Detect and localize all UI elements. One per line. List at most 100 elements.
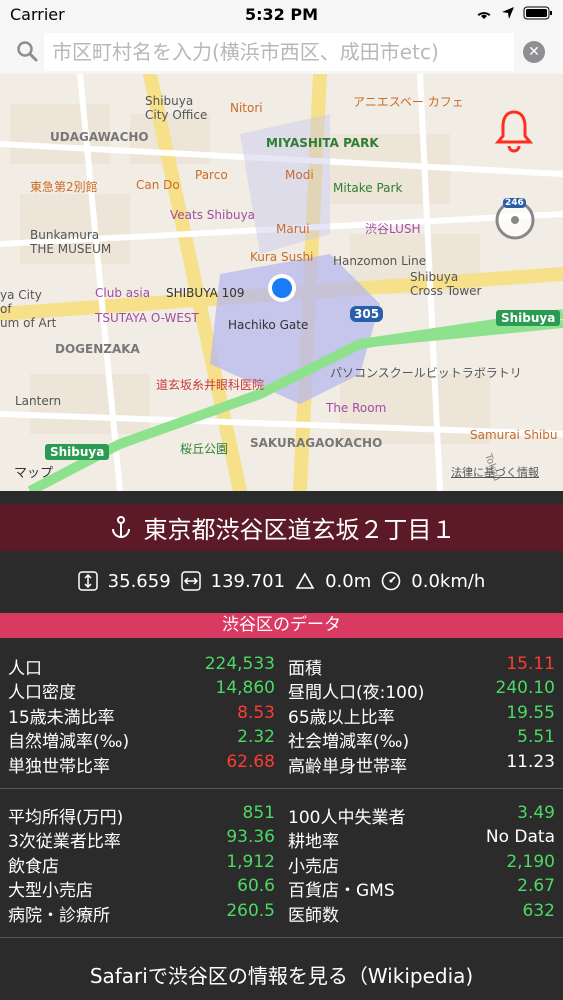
- map-label-club-asia: Club asia: [95, 286, 151, 300]
- stat-label: 百貨店・GMS: [288, 881, 395, 902]
- stat-label: 単独世帯比率: [8, 756, 110, 777]
- shibuya-sign-east: Shibuya: [496, 310, 561, 326]
- shibuya-sign-west: Shibuya: [45, 444, 110, 460]
- speedometer-icon: [381, 571, 401, 591]
- stat-value: 2,190: [506, 851, 555, 872]
- map-label-veats: Veats Shibuya: [170, 208, 256, 222]
- stat-value: 62.68: [226, 751, 275, 772]
- stat-label: 平均所得(万円): [8, 808, 124, 828]
- map-view[interactable]: Shibuya City Office UDAGAWACHO Nitori アニ…: [0, 74, 563, 491]
- stat-value: 224,533: [204, 654, 275, 674]
- stat-label: 3次従業者比率: [8, 832, 121, 853]
- search-input[interactable]: [44, 33, 514, 71]
- stat-label: 社会増減率(‰): [288, 732, 410, 753]
- stat-value: 1,912: [226, 851, 275, 872]
- stat-value: 14,860: [215, 678, 275, 699]
- clear-icon[interactable]: ✕: [523, 41, 545, 63]
- map-label-shibuya-city-office: Shibuya City Office: [145, 94, 208, 122]
- stats-group-1: 人口 224,533 面積 15.11 人口密度 14,860 昼間人口(夜:100) 240…: [0, 652, 563, 777]
- battery-icon: [523, 6, 552, 20]
- stat-label: 飲食店: [8, 856, 59, 877]
- map-label-hachiko: Hachiko Gate: [228, 318, 309, 332]
- stat-value: 11.23: [506, 751, 555, 772]
- stat-label: 小売店: [288, 856, 339, 877]
- stat-label: 15歳未満比率: [8, 707, 115, 728]
- longitude-value: 139.701: [210, 570, 286, 592]
- map-label-shibuya109: SHIBUYA 109: [166, 286, 245, 300]
- stat-row: 15歳未満比率 8.53 65歳以上比率 19.55: [0, 701, 563, 728]
- stat-row: 単独世帯比率 62.68 高齢単身世帯率 11.23: [0, 750, 563, 777]
- map-label-miyashita: MIYASHITA PARK: [266, 136, 379, 150]
- map-label-dogenzaka-eye: 道玄坂糸井眼科医院: [156, 378, 265, 392]
- stat-label: 面積: [288, 659, 322, 679]
- route-246-sign: 246: [503, 198, 526, 208]
- map-label-parco: Parco: [195, 168, 228, 182]
- map-attribution[interactable]: マップ: [14, 462, 53, 481]
- stat-row: 病院・診療所 260.5 医師数 632: [0, 899, 563, 926]
- stat-value: 3.49: [517, 803, 555, 823]
- map-label-mitake: Mitake Park: [333, 181, 403, 195]
- latitude-value: 35.659: [107, 570, 171, 592]
- stat-label: 自然増減率(‰): [8, 732, 130, 753]
- stat-label: 高齢単身世帯率: [288, 756, 407, 777]
- stat-label: 病院・診療所: [8, 905, 110, 926]
- stat-label: 人口密度: [8, 683, 76, 704]
- anchor-icon: [111, 515, 130, 538]
- longitude-icon: [180, 571, 201, 591]
- stat-value: 851: [242, 803, 275, 823]
- stats-group-2: 平均所得(万円) 851 100人中失業者 3.49 3次従業者比率 93.36 耕地率 No…: [0, 801, 563, 926]
- stat-value: 240.10: [495, 678, 555, 699]
- stat-value: 632: [522, 900, 555, 921]
- wifi-icon: [477, 12, 491, 19]
- map-label-samurai: Samurai Shibu: [470, 428, 558, 442]
- stat-value: 60.6: [237, 876, 275, 897]
- stats-divider: [0, 788, 563, 789]
- map-label-kura: Kura Sushi: [250, 250, 314, 264]
- map-label-abc-cafe: アニエスベー カフェ: [353, 95, 464, 109]
- stat-row: 3次従業者比率 93.36 耕地率 No Data: [0, 825, 563, 853]
- footer-divider: [0, 937, 563, 938]
- search-bar: ✕: [0, 30, 563, 75]
- stat-row: 人口密度 14,860 昼間人口(夜:100) 240.10: [0, 676, 563, 704]
- map-label-marui: Marui: [276, 222, 310, 236]
- map-label-lantern: Lantern: [15, 394, 62, 408]
- stat-value: 2.32: [237, 727, 275, 748]
- map-label-tsutaya: TSUTAYA O-WEST: [95, 311, 199, 325]
- route-305-sign: 305: [350, 306, 384, 322]
- altitude-value: 0.0m: [325, 570, 372, 592]
- stat-label: 昼間人口(夜:100): [288, 683, 425, 704]
- stat-value: 8.53: [237, 702, 275, 723]
- map-label-modi: Modi: [285, 168, 314, 182]
- map-label-ya-city: ya City of um of Art: [0, 288, 57, 330]
- search-icon: [17, 41, 38, 62]
- speed-value: 0.0km/h: [411, 570, 486, 592]
- stat-value: 5.51: [517, 727, 555, 748]
- stat-row: 自然増減率(‰) 2.32 社会増減率(‰) 5.51: [0, 725, 563, 753]
- map-label-tokyu2: 東急第2別館: [30, 180, 98, 194]
- latitude-icon: [77, 571, 98, 591]
- bell-icon[interactable]: [494, 108, 534, 154]
- map-label-sakuragaokacho: SAKURAGAOKACHO: [250, 436, 383, 450]
- legal-link[interactable]: 法律に基づく情報: [451, 464, 539, 480]
- data-section-header: 渋谷区のデータ: [0, 613, 563, 638]
- map-label-pc-school: パソコンスクールビットラボラトリ: [330, 366, 522, 380]
- map-label-can-do: Can Do: [136, 178, 180, 192]
- map-label-cross-tower: Shibuya Cross Tower: [410, 270, 482, 298]
- stat-row: 飲食店 1,912 小売店 2,190: [0, 850, 563, 877]
- stat-value: 15.11: [506, 654, 555, 674]
- stat-row: 人口 224,533 面積 15.11: [0, 652, 563, 679]
- map-label-sakuragaoka: 桜丘公園: [180, 442, 229, 456]
- wikipedia-link[interactable]: Safariで渋谷区の情報を見る（Wikipedia): [0, 960, 563, 994]
- stat-value: 260.5: [226, 900, 275, 921]
- map-label-nitori: Nitori: [230, 101, 263, 115]
- stat-label: 人口: [8, 659, 42, 679]
- address-bar: 東京都渋谷区道玄坂２丁目１: [0, 504, 563, 551]
- location-arrow-icon: [502, 7, 514, 19]
- stat-label: 大型小売店: [8, 881, 93, 902]
- map-label-the-room: The Room: [326, 401, 387, 415]
- stat-value: No Data: [485, 827, 555, 848]
- stat-label: 耕地率: [288, 832, 339, 853]
- altitude-icon: [295, 572, 315, 589]
- stat-label: 100人中失業者: [288, 808, 406, 828]
- map-label-dogenzaka: DOGENZAKA: [55, 342, 140, 356]
